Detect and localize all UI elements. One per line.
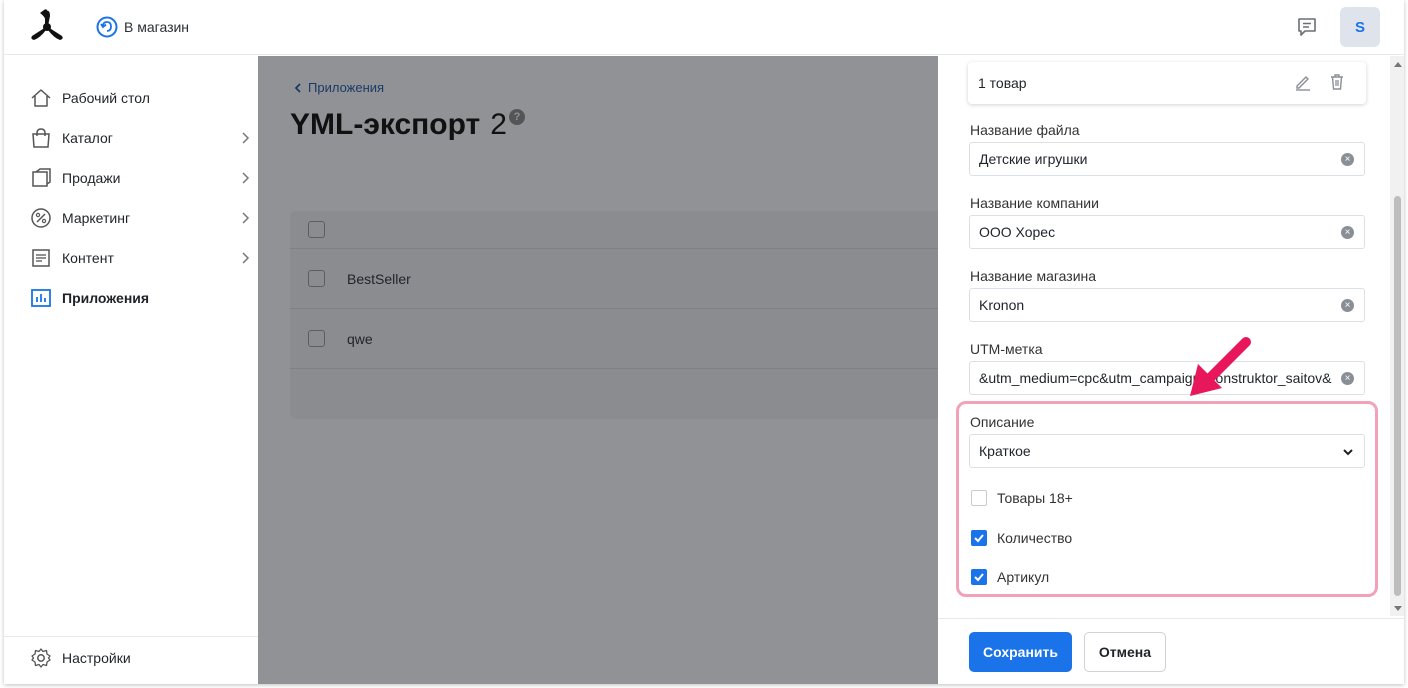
description-label: Описание: [970, 414, 1035, 430]
sku-checkbox[interactable]: Артикул: [971, 569, 1049, 585]
page-title-text: YML-экспорт: [290, 108, 481, 141]
company-name-value: ООО Хорес: [979, 224, 1056, 240]
row-checkbox[interactable]: [308, 330, 325, 347]
sidebar-item-catalog[interactable]: Каталог: [30, 124, 250, 152]
sidebar-item-label: Контент: [62, 250, 114, 266]
description-value: Краткое: [979, 443, 1031, 459]
product-card-label: 1 товар: [978, 75, 1027, 91]
message-icon[interactable]: [1296, 16, 1318, 38]
trash-icon[interactable]: [1328, 73, 1346, 91]
table-row[interactable]: qwe: [290, 309, 950, 369]
sidebar-item-sales[interactable]: Продажи: [30, 164, 250, 192]
help-icon[interactable]: ?: [508, 109, 525, 125]
app-window: В магазин S Рабочий стол Каталог Продажи…: [4, 0, 1404, 684]
file-name-value: Детские игрушки: [979, 151, 1088, 167]
file-name-input[interactable]: Детские игрушки ×: [969, 142, 1365, 176]
clear-icon[interactable]: ×: [1341, 299, 1354, 312]
clear-icon[interactable]: ×: [1341, 153, 1354, 166]
clear-icon[interactable]: ×: [1341, 372, 1354, 385]
sidebar-item-content[interactable]: Контент: [30, 244, 250, 272]
breadcrumb-label: Приложения: [308, 80, 385, 95]
company-name-input[interactable]: ООО Хорес ×: [969, 215, 1365, 249]
product-card: 1 товар: [968, 62, 1366, 104]
sidebar-item-label: Рабочий стол: [62, 90, 150, 106]
annotation-arrow-icon: [1190, 337, 1251, 396]
scrollbar-thumb[interactable]: [1394, 196, 1401, 596]
page-title: YML-экспорт 2 ?: [290, 108, 533, 142]
utm-label: UTM-метка: [970, 341, 1043, 357]
table-row[interactable]: BestSeller: [290, 249, 950, 309]
sidebar-item-apps[interactable]: Приложения: [30, 284, 250, 312]
chevron-right-icon: [242, 212, 250, 224]
cancel-button[interactable]: Отмена: [1084, 632, 1166, 672]
settings-label: Настройки: [62, 650, 131, 666]
back-circle-icon: [96, 16, 118, 38]
checkbox-label: Артикул: [997, 569, 1050, 585]
checkbox-label: Товары 18+: [997, 490, 1073, 506]
company-name-label: Название компании: [970, 195, 1099, 211]
chevron-down-icon: [1343, 449, 1353, 456]
quantity-checkbox[interactable]: Количество: [971, 530, 1072, 546]
utm-value: &utm_medium=cpc&utm_campaign=konstruktor…: [979, 370, 1332, 386]
utm-input[interactable]: &utm_medium=cpc&utm_campaign=konstruktor…: [969, 361, 1365, 395]
document-icon: [30, 247, 52, 269]
sidebar-item-settings[interactable]: Настройки: [30, 644, 250, 672]
logo-icon[interactable]: [28, 8, 66, 44]
table-header-row: [290, 211, 950, 249]
drawer-footer: Сохранить Отмена: [938, 618, 1404, 684]
scroll-up-arrow[interactable]: [1394, 62, 1402, 67]
checkmark-icon: [974, 573, 984, 582]
checkbox-checked[interactable]: [971, 569, 987, 585]
sidebar-item-label: Маркетинг: [62, 210, 131, 226]
back-to-store-label: В магазин: [124, 19, 190, 35]
chevron-right-icon: [242, 132, 250, 144]
percent-icon: [30, 207, 52, 229]
adult-goods-checkbox[interactable]: Товары 18+: [971, 490, 1073, 506]
shop-name-input[interactable]: Kronon ×: [969, 288, 1365, 322]
settings-drawer: 1 товар Название файла Детские игрушки ×…: [938, 56, 1404, 684]
back-to-store-link[interactable]: В магазин: [96, 16, 189, 38]
sidebar-item-label: Каталог: [62, 130, 113, 146]
shop-name-label: Название магазина: [970, 268, 1097, 284]
save-button[interactable]: Сохранить: [969, 632, 1072, 672]
apps-table: BestSeller qwe: [290, 211, 950, 419]
breadcrumb[interactable]: Приложения: [294, 80, 384, 95]
select-all-checkbox[interactable]: [308, 221, 325, 238]
edit-icon[interactable]: [1294, 73, 1312, 91]
page-title-count: 2: [490, 108, 507, 141]
row-checkbox[interactable]: [308, 270, 325, 287]
sidebar-item-label: Приложения: [62, 290, 150, 306]
sales-icon: [30, 167, 52, 189]
sidebar-item-dashboard[interactable]: Рабочий стол: [30, 84, 250, 112]
main-content-overlay: Приложения YML-экспорт 2 ? BestSeller qw…: [258, 56, 950, 684]
description-select[interactable]: Краткое: [969, 434, 1365, 468]
row-name: qwe: [347, 330, 373, 347]
sidebar-item-marketing[interactable]: Маркетинг: [30, 204, 250, 232]
apps-chart-icon: [30, 287, 52, 309]
checkbox-unchecked[interactable]: [971, 490, 987, 506]
scroll-down-arrow[interactable]: [1394, 606, 1402, 611]
row-name: BestSeller: [347, 270, 411, 287]
top-bar: В магазин S: [4, 0, 1404, 55]
chevron-right-icon: [242, 252, 250, 264]
chevron-left-icon: [294, 82, 301, 93]
gear-icon: [30, 647, 52, 669]
avatar[interactable]: S: [1340, 7, 1380, 47]
checkbox-checked[interactable]: [971, 530, 987, 546]
sidebar-divider: [4, 636, 258, 637]
checkbox-label: Количество: [997, 530, 1073, 546]
checkmark-icon: [974, 534, 984, 543]
file-name-label: Название файла: [970, 122, 1080, 138]
home-icon: [30, 87, 52, 109]
bag-icon: [30, 127, 52, 149]
sidebar: Рабочий стол Каталог Продажи Маркетинг К…: [4, 56, 258, 684]
shop-name-value: Kronon: [979, 297, 1025, 313]
clear-icon[interactable]: ×: [1341, 226, 1354, 239]
chevron-right-icon: [242, 172, 250, 184]
sidebar-item-label: Продажи: [62, 170, 121, 186]
